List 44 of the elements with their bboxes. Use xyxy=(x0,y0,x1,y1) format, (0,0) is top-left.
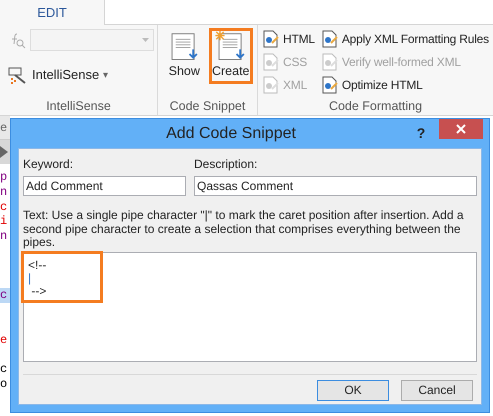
wand-icon xyxy=(8,66,28,84)
format-document-icon xyxy=(262,30,280,48)
code-text: c xyxy=(0,200,8,214)
code-text: n xyxy=(0,229,8,244)
code-text: e xyxy=(0,332,8,347)
format-button[interactable]: HTML xyxy=(262,28,315,49)
dialog-button[interactable]: OK xyxy=(317,380,389,400)
ribbon-button[interactable]: Show xyxy=(162,28,206,84)
format-document-icon xyxy=(320,76,339,94)
code-text: c xyxy=(0,362,8,376)
format-document-icon xyxy=(262,76,280,94)
ribbon-tab[interactable]: EDIT xyxy=(0,0,105,25)
group-label: Code Formatting xyxy=(328,98,424,115)
dropdown-arrow-icon xyxy=(142,38,149,42)
code-line: | xyxy=(28,272,32,284)
play-icon xyxy=(0,146,8,158)
close-icon xyxy=(456,124,466,134)
group-label: IntelliSense xyxy=(45,98,112,115)
format-button[interactable]: Apply XML Formatting Rules xyxy=(320,28,489,49)
text-input[interactable]: Qassas Comment xyxy=(194,176,477,196)
ribbon-button[interactable]: Create xyxy=(208,28,253,84)
code-text: o xyxy=(0,377,8,392)
dialog-button[interactable]: Cancel xyxy=(401,380,473,400)
close-button[interactable] xyxy=(439,119,483,139)
dialog-title: Add Code Snippet xyxy=(165,124,297,144)
snippet-text-area[interactable]: <!-- | --> xyxy=(23,252,477,362)
field-label: Description: xyxy=(194,156,258,173)
format-button[interactable]: Optimize HTML xyxy=(320,74,489,95)
format-document-icon xyxy=(320,52,339,70)
code-text: i xyxy=(0,214,8,228)
help-button[interactable]: ? xyxy=(411,123,431,144)
code-line: <!-- xyxy=(28,258,46,272)
format-document-icon xyxy=(320,30,339,48)
format-document-icon xyxy=(262,52,280,70)
code-line: --> xyxy=(30,284,46,298)
text-input[interactable]: Add Comment xyxy=(23,176,186,196)
group-label: Code Snippet xyxy=(168,98,246,115)
code-text: p xyxy=(0,170,8,184)
intellisense-button[interactable]: IntelliSense ▾ xyxy=(8,65,154,85)
field-label: Keyword: xyxy=(23,156,74,173)
instructions-text: Text: Use a single pipe character "|" to mark the caret position after insertion. Add a second pipe character to create a selection that comprises everything between the pipes. xyxy=(23,209,465,250)
code-text: n xyxy=(0,184,8,199)
tab-label: e xyxy=(0,116,10,140)
code-text: c xyxy=(0,288,8,302)
